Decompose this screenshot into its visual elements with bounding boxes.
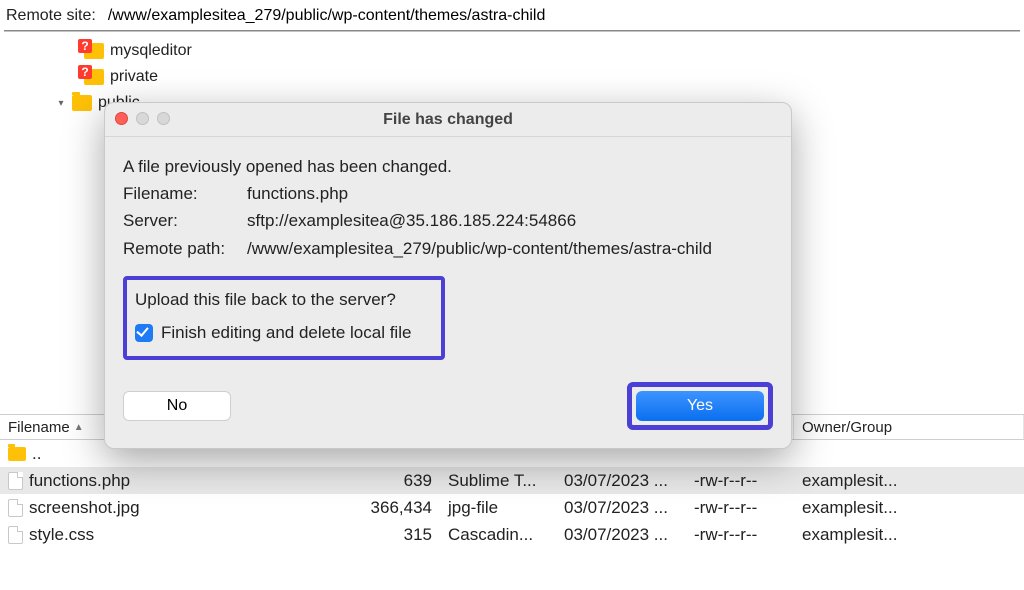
remotepath-value: /www/examplesitea_279/public/wp-content/… — [247, 235, 712, 262]
maximize-icon[interactable] — [157, 112, 170, 125]
file-type: Sublime T... — [440, 471, 556, 491]
file-perm: -rw-r--r-- — [686, 471, 794, 491]
file-list[interactable]: .. functions.php 639 Sublime T... 03/07/… — [0, 440, 1024, 548]
upload-highlight: Upload this file back to the server? Fin… — [123, 276, 445, 360]
tree-item-label: private — [110, 68, 158, 86]
chevron-down-icon[interactable]: ▾ — [56, 98, 66, 109]
tree-item-private[interactable]: ? private — [84, 64, 1024, 90]
checkbox-checked-icon — [135, 324, 153, 342]
folder-icon — [72, 95, 92, 111]
filename-label: Filename: — [123, 180, 247, 207]
file-size: 366,434 — [360, 498, 440, 518]
dialog-message: A file previously opened has been change… — [123, 153, 773, 180]
remote-site-label: Remote site: — [6, 7, 96, 25]
server-value: sftp://examplesitea@35.186.185.224:54866 — [247, 207, 576, 234]
yes-button[interactable]: Yes — [636, 391, 764, 421]
yes-highlight: Yes — [627, 382, 773, 430]
file-mod: 03/07/2023 ... — [556, 498, 686, 518]
column-owner[interactable]: Owner/Group — [794, 415, 1024, 439]
tree-item-label: mysqleditor — [110, 42, 192, 60]
file-name: screenshot.jpg — [29, 498, 140, 518]
file-name: style.css — [29, 525, 94, 545]
updir-label: .. — [32, 444, 41, 464]
column-label: Filename — [8, 419, 70, 436]
file-row[interactable]: functions.php 639 Sublime T... 03/07/202… — [0, 467, 1024, 494]
upload-question: Upload this file back to the server? — [135, 286, 433, 313]
file-icon — [8, 499, 23, 517]
folder-up-icon — [8, 447, 26, 461]
sort-asc-icon: ▲ — [74, 422, 84, 433]
no-button[interactable]: No — [123, 391, 231, 421]
file-size: 639 — [360, 471, 440, 491]
file-row[interactable]: style.css 315 Cascadin... 03/07/2023 ...… — [0, 521, 1024, 548]
file-icon — [8, 472, 23, 490]
file-type: Cascadin... — [440, 525, 556, 545]
remote-site-input[interactable] — [104, 5, 1018, 27]
file-owner: examplesit... — [794, 525, 1024, 545]
file-name: functions.php — [29, 471, 130, 491]
remotepath-label: Remote path: — [123, 235, 247, 262]
checkbox-label: Finish editing and delete local file — [161, 319, 411, 346]
file-changed-dialog: File has changed A file previously opene… — [104, 102, 792, 449]
folder-question-icon: ? — [84, 43, 104, 59]
minimize-icon[interactable] — [136, 112, 149, 125]
tree-item-mysqleditor[interactable]: ? mysqleditor — [84, 38, 1024, 64]
file-size: 315 — [360, 525, 440, 545]
file-perm: -rw-r--r-- — [686, 525, 794, 545]
server-label: Server: — [123, 207, 247, 234]
filename-value: functions.php — [247, 180, 348, 207]
close-icon[interactable] — [115, 112, 128, 125]
window-controls — [115, 112, 170, 125]
dialog-title: File has changed — [383, 111, 513, 129]
file-row[interactable]: screenshot.jpg 366,434 jpg-file 03/07/20… — [0, 494, 1024, 521]
file-type: jpg-file — [440, 498, 556, 518]
file-mod: 03/07/2023 ... — [556, 471, 686, 491]
finish-editing-checkbox[interactable]: Finish editing and delete local file — [135, 319, 433, 346]
column-label: Owner/Group — [802, 419, 892, 436]
file-owner: examplesit... — [794, 498, 1024, 518]
file-mod: 03/07/2023 ... — [556, 525, 686, 545]
file-perm: -rw-r--r-- — [686, 498, 794, 518]
divider — [4, 30, 1020, 32]
dialog-titlebar[interactable]: File has changed — [105, 103, 791, 137]
file-owner: examplesit... — [794, 471, 1024, 491]
folder-question-icon: ? — [84, 69, 104, 85]
file-icon — [8, 526, 23, 544]
